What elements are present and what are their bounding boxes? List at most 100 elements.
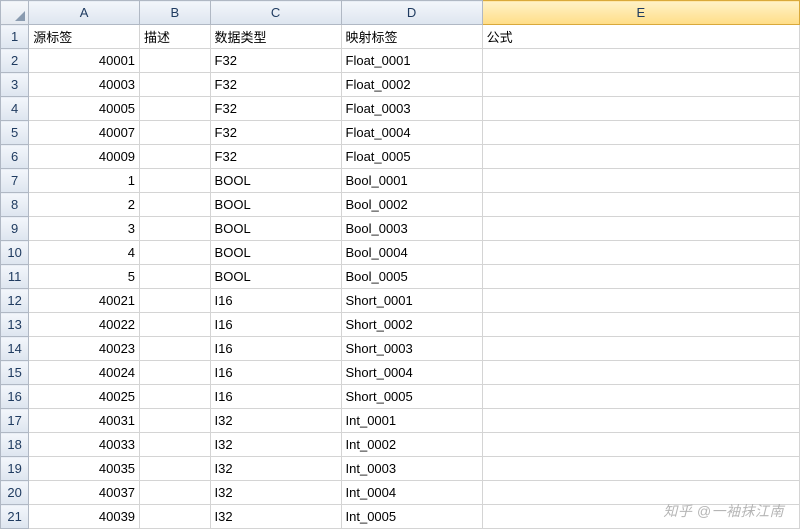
- cell[interactable]: Bool_0002: [341, 193, 482, 217]
- cell[interactable]: 数据类型: [210, 25, 341, 49]
- cell[interactable]: I16: [210, 313, 341, 337]
- cell[interactable]: [140, 49, 211, 73]
- cell[interactable]: I32: [210, 409, 341, 433]
- cell[interactable]: Float_0004: [341, 121, 482, 145]
- cell[interactable]: I32: [210, 481, 341, 505]
- row-header[interactable]: 11: [1, 265, 29, 289]
- cell[interactable]: Bool_0005: [341, 265, 482, 289]
- cell[interactable]: [140, 313, 211, 337]
- cell[interactable]: 2: [29, 193, 140, 217]
- select-all-corner[interactable]: [1, 1, 29, 25]
- cell[interactable]: 5: [29, 265, 140, 289]
- cell[interactable]: [140, 121, 211, 145]
- row-header[interactable]: 13: [1, 313, 29, 337]
- cell[interactable]: 3: [29, 217, 140, 241]
- col-header-C[interactable]: C: [210, 1, 341, 25]
- cell[interactable]: [140, 193, 211, 217]
- cell[interactable]: 40021: [29, 289, 140, 313]
- row-header[interactable]: 7: [1, 169, 29, 193]
- cell[interactable]: [482, 217, 799, 241]
- cell[interactable]: 源标签: [29, 25, 140, 49]
- cell[interactable]: 40009: [29, 145, 140, 169]
- cell[interactable]: 1: [29, 169, 140, 193]
- cell[interactable]: I16: [210, 385, 341, 409]
- cell[interactable]: [482, 241, 799, 265]
- cell[interactable]: [482, 385, 799, 409]
- cell[interactable]: [140, 97, 211, 121]
- cell[interactable]: [482, 409, 799, 433]
- row-header[interactable]: 16: [1, 385, 29, 409]
- row-header[interactable]: 12: [1, 289, 29, 313]
- cell[interactable]: I32: [210, 457, 341, 481]
- cell[interactable]: 公式: [482, 25, 799, 49]
- cell[interactable]: [140, 361, 211, 385]
- cell[interactable]: Bool_0001: [341, 169, 482, 193]
- cell[interactable]: Float_0001: [341, 49, 482, 73]
- cell[interactable]: Int_0002: [341, 433, 482, 457]
- cell[interactable]: 40031: [29, 409, 140, 433]
- row-header[interactable]: 19: [1, 457, 29, 481]
- cell[interactable]: Short_0002: [341, 313, 482, 337]
- col-header-A[interactable]: A: [29, 1, 140, 25]
- cell[interactable]: BOOL: [210, 169, 341, 193]
- row-header[interactable]: 4: [1, 97, 29, 121]
- cell[interactable]: BOOL: [210, 193, 341, 217]
- cell[interactable]: Float_0002: [341, 73, 482, 97]
- cell[interactable]: [140, 481, 211, 505]
- cell[interactable]: Int_0005: [341, 505, 482, 529]
- cell[interactable]: [482, 433, 799, 457]
- cell[interactable]: Short_0004: [341, 361, 482, 385]
- cell[interactable]: BOOL: [210, 241, 341, 265]
- cell[interactable]: [140, 457, 211, 481]
- row-header[interactable]: 10: [1, 241, 29, 265]
- cell[interactable]: 40039: [29, 505, 140, 529]
- cell[interactable]: Short_0001: [341, 289, 482, 313]
- cell[interactable]: 40024: [29, 361, 140, 385]
- row-header[interactable]: 21: [1, 505, 29, 529]
- row-header[interactable]: 5: [1, 121, 29, 145]
- cell[interactable]: Short_0005: [341, 385, 482, 409]
- cell[interactable]: F32: [210, 97, 341, 121]
- cell[interactable]: [140, 433, 211, 457]
- cell[interactable]: [140, 409, 211, 433]
- cell[interactable]: Short_0003: [341, 337, 482, 361]
- cell[interactable]: [482, 265, 799, 289]
- row-header[interactable]: 18: [1, 433, 29, 457]
- cell[interactable]: 描述: [140, 25, 211, 49]
- cell[interactable]: I16: [210, 337, 341, 361]
- cell[interactable]: 40003: [29, 73, 140, 97]
- cell[interactable]: Int_0003: [341, 457, 482, 481]
- cell[interactable]: 40022: [29, 313, 140, 337]
- cell[interactable]: 40033: [29, 433, 140, 457]
- cell[interactable]: 40037: [29, 481, 140, 505]
- col-header-B[interactable]: B: [140, 1, 211, 25]
- cell[interactable]: [140, 505, 211, 529]
- row-header[interactable]: 2: [1, 49, 29, 73]
- cell[interactable]: [482, 169, 799, 193]
- cell[interactable]: Int_0004: [341, 481, 482, 505]
- cell[interactable]: I16: [210, 289, 341, 313]
- cell[interactable]: [140, 169, 211, 193]
- cell[interactable]: I32: [210, 433, 341, 457]
- col-header-E[interactable]: E: [482, 1, 799, 25]
- cell[interactable]: Float_0003: [341, 97, 482, 121]
- cell[interactable]: 40023: [29, 337, 140, 361]
- cell[interactable]: [140, 217, 211, 241]
- cell[interactable]: 40005: [29, 97, 140, 121]
- cell[interactable]: BOOL: [210, 217, 341, 241]
- row-header[interactable]: 6: [1, 145, 29, 169]
- cell[interactable]: [482, 289, 799, 313]
- cell[interactable]: [482, 73, 799, 97]
- cell[interactable]: [482, 97, 799, 121]
- cell[interactable]: Bool_0004: [341, 241, 482, 265]
- cell[interactable]: Bool_0003: [341, 217, 482, 241]
- col-header-D[interactable]: D: [341, 1, 482, 25]
- cell[interactable]: 40007: [29, 121, 140, 145]
- row-header[interactable]: 1: [1, 25, 29, 49]
- cell[interactable]: I16: [210, 361, 341, 385]
- cell[interactable]: 40025: [29, 385, 140, 409]
- row-header[interactable]: 3: [1, 73, 29, 97]
- cell[interactable]: [482, 457, 799, 481]
- cell[interactable]: 映射标签: [341, 25, 482, 49]
- cell[interactable]: F32: [210, 145, 341, 169]
